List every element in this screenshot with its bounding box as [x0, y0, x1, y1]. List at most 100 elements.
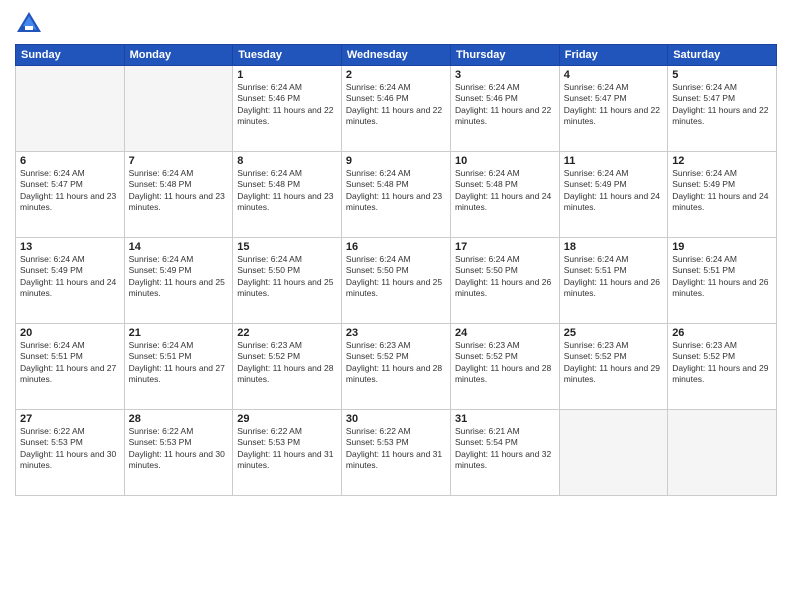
- day-info: Sunrise: 6:22 AM Sunset: 5:53 PM Dayligh…: [346, 426, 446, 472]
- day-number: 30: [346, 413, 446, 425]
- week-row-4: 27Sunrise: 6:22 AM Sunset: 5:53 PM Dayli…: [16, 410, 777, 496]
- day-number: 27: [20, 413, 120, 425]
- day-number: 8: [237, 155, 337, 167]
- day-number: 1: [237, 69, 337, 81]
- day-number: 3: [455, 69, 555, 81]
- calendar-cell: 3Sunrise: 6:24 AM Sunset: 5:46 PM Daylig…: [450, 66, 559, 152]
- calendar-cell: 4Sunrise: 6:24 AM Sunset: 5:47 PM Daylig…: [559, 66, 667, 152]
- weekday-tuesday: Tuesday: [233, 45, 342, 66]
- day-info: Sunrise: 6:24 AM Sunset: 5:48 PM Dayligh…: [129, 168, 229, 214]
- day-number: 22: [237, 327, 337, 339]
- calendar-cell: 16Sunrise: 6:24 AM Sunset: 5:50 PM Dayli…: [341, 238, 450, 324]
- calendar-cell: 27Sunrise: 6:22 AM Sunset: 5:53 PM Dayli…: [16, 410, 125, 496]
- day-info: Sunrise: 6:22 AM Sunset: 5:53 PM Dayligh…: [129, 426, 229, 472]
- calendar-cell: 15Sunrise: 6:24 AM Sunset: 5:50 PM Dayli…: [233, 238, 342, 324]
- logo-icon: [15, 10, 43, 38]
- calendar-cell: 19Sunrise: 6:24 AM Sunset: 5:51 PM Dayli…: [668, 238, 777, 324]
- day-info: Sunrise: 6:24 AM Sunset: 5:51 PM Dayligh…: [20, 340, 120, 386]
- day-number: 28: [129, 413, 229, 425]
- calendar-cell: 2Sunrise: 6:24 AM Sunset: 5:46 PM Daylig…: [341, 66, 450, 152]
- day-number: 18: [564, 241, 663, 253]
- calendar-cell: 10Sunrise: 6:24 AM Sunset: 5:48 PM Dayli…: [450, 152, 559, 238]
- calendar-cell: 22Sunrise: 6:23 AM Sunset: 5:52 PM Dayli…: [233, 324, 342, 410]
- calendar-cell: [559, 410, 667, 496]
- day-info: Sunrise: 6:24 AM Sunset: 5:48 PM Dayligh…: [237, 168, 337, 214]
- day-info: Sunrise: 6:24 AM Sunset: 5:48 PM Dayligh…: [455, 168, 555, 214]
- day-number: 7: [129, 155, 229, 167]
- day-info: Sunrise: 6:24 AM Sunset: 5:46 PM Dayligh…: [346, 82, 446, 128]
- day-info: Sunrise: 6:24 AM Sunset: 5:47 PM Dayligh…: [672, 82, 772, 128]
- day-number: 16: [346, 241, 446, 253]
- day-info: Sunrise: 6:23 AM Sunset: 5:52 PM Dayligh…: [564, 340, 663, 386]
- day-number: 23: [346, 327, 446, 339]
- calendar-table: SundayMondayTuesdayWednesdayThursdayFrid…: [15, 44, 777, 496]
- calendar-cell: 20Sunrise: 6:24 AM Sunset: 5:51 PM Dayli…: [16, 324, 125, 410]
- calendar-cell: 8Sunrise: 6:24 AM Sunset: 5:48 PM Daylig…: [233, 152, 342, 238]
- calendar-cell: 24Sunrise: 6:23 AM Sunset: 5:52 PM Dayli…: [450, 324, 559, 410]
- week-row-2: 13Sunrise: 6:24 AM Sunset: 5:49 PM Dayli…: [16, 238, 777, 324]
- calendar-cell: 13Sunrise: 6:24 AM Sunset: 5:49 PM Dayli…: [16, 238, 125, 324]
- day-info: Sunrise: 6:24 AM Sunset: 5:47 PM Dayligh…: [564, 82, 663, 128]
- day-info: Sunrise: 6:24 AM Sunset: 5:49 PM Dayligh…: [129, 254, 229, 300]
- calendar-cell: [124, 66, 233, 152]
- weekday-monday: Monday: [124, 45, 233, 66]
- day-info: Sunrise: 6:24 AM Sunset: 5:47 PM Dayligh…: [20, 168, 120, 214]
- day-number: 4: [564, 69, 663, 81]
- day-number: 29: [237, 413, 337, 425]
- day-number: 5: [672, 69, 772, 81]
- calendar-cell: 17Sunrise: 6:24 AM Sunset: 5:50 PM Dayli…: [450, 238, 559, 324]
- weekday-thursday: Thursday: [450, 45, 559, 66]
- week-row-3: 20Sunrise: 6:24 AM Sunset: 5:51 PM Dayli…: [16, 324, 777, 410]
- day-info: Sunrise: 6:24 AM Sunset: 5:46 PM Dayligh…: [455, 82, 555, 128]
- day-number: 24: [455, 327, 555, 339]
- day-number: 25: [564, 327, 663, 339]
- day-number: 20: [20, 327, 120, 339]
- calendar-cell: 23Sunrise: 6:23 AM Sunset: 5:52 PM Dayli…: [341, 324, 450, 410]
- day-info: Sunrise: 6:24 AM Sunset: 5:48 PM Dayligh…: [346, 168, 446, 214]
- calendar-cell: 5Sunrise: 6:24 AM Sunset: 5:47 PM Daylig…: [668, 66, 777, 152]
- day-info: Sunrise: 6:23 AM Sunset: 5:52 PM Dayligh…: [672, 340, 772, 386]
- day-info: Sunrise: 6:24 AM Sunset: 5:49 PM Dayligh…: [672, 168, 772, 214]
- weekday-friday: Friday: [559, 45, 667, 66]
- day-info: Sunrise: 6:24 AM Sunset: 5:49 PM Dayligh…: [20, 254, 120, 300]
- day-number: 10: [455, 155, 555, 167]
- day-number: 21: [129, 327, 229, 339]
- day-info: Sunrise: 6:23 AM Sunset: 5:52 PM Dayligh…: [237, 340, 337, 386]
- day-info: Sunrise: 6:21 AM Sunset: 5:54 PM Dayligh…: [455, 426, 555, 472]
- day-number: 15: [237, 241, 337, 253]
- week-row-1: 6Sunrise: 6:24 AM Sunset: 5:47 PM Daylig…: [16, 152, 777, 238]
- day-info: Sunrise: 6:24 AM Sunset: 5:50 PM Dayligh…: [237, 254, 337, 300]
- calendar-cell: 14Sunrise: 6:24 AM Sunset: 5:49 PM Dayli…: [124, 238, 233, 324]
- weekday-wednesday: Wednesday: [341, 45, 450, 66]
- day-info: Sunrise: 6:22 AM Sunset: 5:53 PM Dayligh…: [237, 426, 337, 472]
- day-info: Sunrise: 6:24 AM Sunset: 5:46 PM Dayligh…: [237, 82, 337, 128]
- calendar-cell: 7Sunrise: 6:24 AM Sunset: 5:48 PM Daylig…: [124, 152, 233, 238]
- day-info: Sunrise: 6:23 AM Sunset: 5:52 PM Dayligh…: [455, 340, 555, 386]
- weekday-header-row: SundayMondayTuesdayWednesdayThursdayFrid…: [16, 45, 777, 66]
- header: [15, 10, 777, 38]
- day-number: 19: [672, 241, 772, 253]
- calendar-cell: 30Sunrise: 6:22 AM Sunset: 5:53 PM Dayli…: [341, 410, 450, 496]
- day-number: 6: [20, 155, 120, 167]
- day-number: 13: [20, 241, 120, 253]
- day-info: Sunrise: 6:24 AM Sunset: 5:50 PM Dayligh…: [346, 254, 446, 300]
- day-number: 12: [672, 155, 772, 167]
- calendar-cell: 9Sunrise: 6:24 AM Sunset: 5:48 PM Daylig…: [341, 152, 450, 238]
- day-number: 14: [129, 241, 229, 253]
- calendar-cell: 1Sunrise: 6:24 AM Sunset: 5:46 PM Daylig…: [233, 66, 342, 152]
- calendar-cell: 25Sunrise: 6:23 AM Sunset: 5:52 PM Dayli…: [559, 324, 667, 410]
- calendar-cell: 6Sunrise: 6:24 AM Sunset: 5:47 PM Daylig…: [16, 152, 125, 238]
- calendar-cell: [668, 410, 777, 496]
- day-number: 11: [564, 155, 663, 167]
- day-number: 17: [455, 241, 555, 253]
- calendar-cell: 18Sunrise: 6:24 AM Sunset: 5:51 PM Dayli…: [559, 238, 667, 324]
- logo: [15, 10, 47, 38]
- day-number: 31: [455, 413, 555, 425]
- day-number: 2: [346, 69, 446, 81]
- calendar-cell: 11Sunrise: 6:24 AM Sunset: 5:49 PM Dayli…: [559, 152, 667, 238]
- calendar-cell: 29Sunrise: 6:22 AM Sunset: 5:53 PM Dayli…: [233, 410, 342, 496]
- calendar-cell: [16, 66, 125, 152]
- week-row-0: 1Sunrise: 6:24 AM Sunset: 5:46 PM Daylig…: [16, 66, 777, 152]
- weekday-sunday: Sunday: [16, 45, 125, 66]
- day-info: Sunrise: 6:22 AM Sunset: 5:53 PM Dayligh…: [20, 426, 120, 472]
